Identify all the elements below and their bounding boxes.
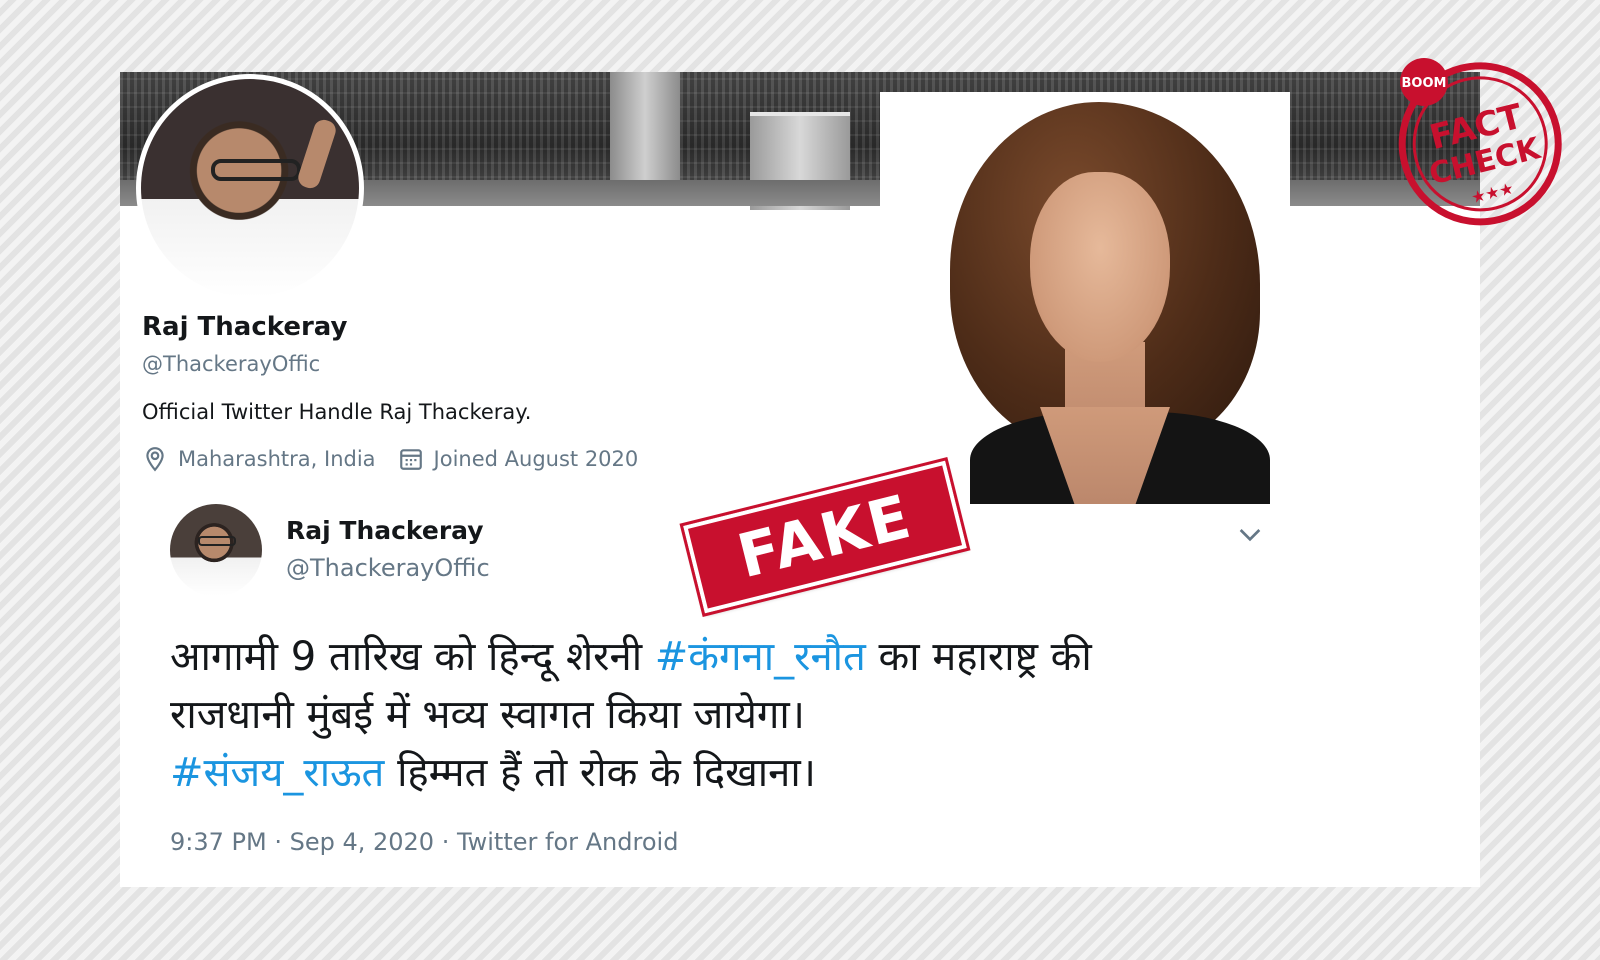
tweet-avatar-glasses xyxy=(198,536,236,546)
calendar-icon xyxy=(398,446,424,472)
hashtag-link[interactable]: #संजय_राऊत xyxy=(170,750,384,796)
tweet-text-segment: का महाराष्ट्र की xyxy=(865,634,1092,680)
avatar-finger xyxy=(295,117,339,191)
tweet-avatar[interactable] xyxy=(170,504,262,596)
location-pin-icon xyxy=(142,446,168,472)
hashtag-link[interactable]: #कंगना_रनौत xyxy=(655,634,866,680)
avatar-glasses xyxy=(211,159,301,181)
tweet-text-segment: हिम्मत हैं तो रोक के दिखाना। xyxy=(384,750,816,796)
profile-joined: Joined August 2020 xyxy=(433,447,639,471)
celebrity-photo xyxy=(880,92,1290,504)
profile-name: Raj Thackeray xyxy=(142,312,348,342)
tweet-timestamp[interactable]: 9:37 PM · Sep 4, 2020 · Twitter for Andr… xyxy=(170,828,678,856)
photo-face xyxy=(1030,172,1170,362)
profile-handle: @ThackerayOffic xyxy=(142,352,321,376)
tweet-author-name[interactable]: Raj Thackeray xyxy=(286,516,484,545)
boom-logo-text: BOOM xyxy=(1402,76,1447,91)
tweet-line-3: #संजय_राऊत हिम्मत हैं तो रोक के दिखाना। xyxy=(170,744,1270,802)
tweet-line-1: आगामी 9 तारिख को हिन्दू शेरनी #कंगना_रनौ… xyxy=(170,628,1270,686)
tweet-text-segment: आगामी 9 तारिख को हिन्दू शेरनी xyxy=(170,634,655,680)
profile-bio: Official Twitter Handle Raj Thackeray. xyxy=(142,400,532,424)
profile-location: Maharashtra, India xyxy=(178,447,376,471)
tweet-author-handle[interactable]: @ThackerayOffic xyxy=(286,554,490,582)
tweet-line-2: राजधानी मुंबई में भव्य स्वागत किया जायेग… xyxy=(170,692,805,738)
chevron-down-icon[interactable] xyxy=(1234,518,1266,550)
profile-avatar[interactable] xyxy=(136,74,364,302)
tweet-text: आगामी 9 तारिख को हिन्दू शेरनी #कंगना_रनौ… xyxy=(170,628,1270,802)
profile-meta: Maharashtra, India Joined August 2020 xyxy=(142,446,638,472)
fact-check-badge: FACT CHECK ★★★ BOOM xyxy=(1398,58,1562,226)
